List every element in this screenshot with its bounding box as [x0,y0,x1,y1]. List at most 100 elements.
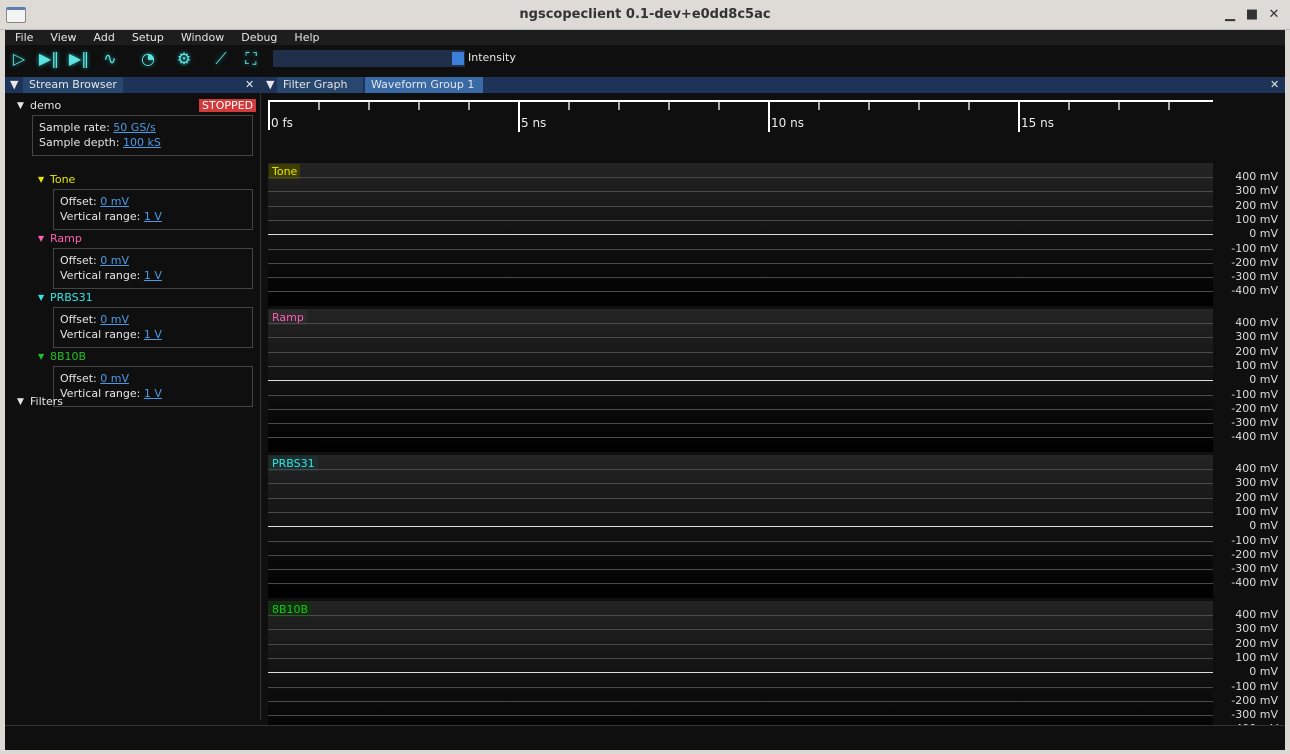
expand-icon[interactable]: ▼ [17,395,24,409]
menu-view[interactable]: View [40,30,83,45]
y-axis-label: -300 mV [1231,416,1278,430]
y-axis-label: 400 mV [1235,170,1278,183]
gridline [268,526,1213,528]
instrument-settings: Sample rate: 50 GS/s Sample depth: 100 k… [32,115,253,156]
filters-node[interactable]: Filters [30,395,63,409]
major-tick [518,102,520,132]
offset-link[interactable]: 0 mV [100,372,129,385]
intensity-slider-handle[interactable] [452,52,464,65]
menu-bar: File View Add Setup Window Debug Help [5,30,1285,45]
channel-settings: Offset: 0 mV Vertical range: 1 V [53,189,253,230]
close-panel-icon[interactable]: ✕ [1270,77,1279,93]
time-label: 10 ns [771,116,804,130]
gridline [268,219,1213,221]
maximize-icon[interactable]: ■ [1243,6,1261,24]
instrument-name[interactable]: demo [30,99,61,113]
expand-icon[interactable]: ▼ [38,173,44,187]
channel-node[interactable]: Tone [50,173,75,187]
menu-help[interactable]: Help [284,30,326,45]
expand-icon[interactable]: ▼ [38,350,44,364]
y-axis-label: -400 mV [1231,284,1278,298]
y-axis-label: -200 mV [1231,693,1278,707]
trigger-single-icon[interactable]: ▶‖ [38,49,60,69]
y-axis-label: 100 mV [1235,504,1278,518]
waveform-plot[interactable]: PRBS31 [268,455,1213,598]
settings-gear-icon[interactable]: ⚙ [173,49,195,69]
gridline [268,408,1213,410]
app-window: File View Add Setup Window Debug Help ▷ … [5,30,1285,750]
menu-add[interactable]: Add [84,30,122,45]
vertical-range-label: Vertical range: [60,387,141,400]
waveform-plot[interactable]: Tone [268,163,1213,306]
expand-icon[interactable]: ▼ [38,291,44,305]
history-icon[interactable]: ◔ [137,49,159,69]
sample-rate-link[interactable]: 50 GS/s [113,121,155,134]
minor-tick [818,102,820,110]
stream-browser: ▼ demo STOPPED Sample rate: 50 GS/s Samp… [5,93,260,720]
gridline [268,672,1213,674]
minimize-icon[interactable]: ▁ [1221,6,1239,24]
menu-debug[interactable]: Debug [231,30,284,45]
gridline [268,234,1213,236]
minor-tick [468,102,470,110]
channel-node[interactable]: 8B10B [50,350,86,364]
y-axis-label: -400 mV [1231,430,1278,444]
fullscreen-icon[interactable]: ⛶ [240,49,262,69]
y-axis-label: 200 mV [1235,490,1278,504]
vertical-range-link[interactable]: 1 V [144,210,162,223]
waveform-plot[interactable]: Ramp [268,309,1213,452]
vertical-range-link[interactable]: 1 V [144,328,162,341]
expand-icon[interactable]: ▼ [17,99,24,113]
intensity-slider[interactable] [273,50,465,67]
minor-tick [368,102,370,110]
offset-link[interactable]: 0 mV [100,254,129,267]
y-axis-label: -100 mV [1231,387,1278,401]
channel-node[interactable]: PRBS31 [50,291,93,305]
waveform-icon[interactable]: ∿ [99,49,121,69]
expand-icon[interactable]: ▼ [38,232,44,246]
y-axis-label: -200 mV [1231,547,1278,561]
minor-tick [668,102,670,110]
measure-icon[interactable]: ⟋ [210,49,232,69]
time-label: 5 ns [521,116,547,130]
tab-filter-graph[interactable]: Filter Graph [277,77,363,93]
menu-file[interactable]: File [5,30,40,45]
gridline [268,437,1213,439]
minor-tick [1118,102,1120,110]
offset-link[interactable]: 0 mV [100,313,129,326]
vertical-range-link[interactable]: 1 V [144,269,162,282]
menu-window[interactable]: Window [171,30,231,45]
vertical-range-link[interactable]: 1 V [144,387,162,400]
trigger-arm-icon[interactable]: ▷ [8,49,30,69]
gridline [268,629,1213,631]
y-axis-label: -100 mV [1231,533,1278,547]
y-axis-label: 400 mV [1235,608,1278,621]
y-axis-label: 200 mV [1235,198,1278,212]
panel-menu-icon[interactable]: ▼ [266,77,274,93]
offset-label: Offset: [60,372,97,385]
time-label: 0 fs [271,116,293,130]
close-panel-icon[interactable]: ✕ [245,77,254,93]
y-axis-label: 300 mV [1235,184,1278,198]
close-window-icon[interactable]: ✕ [1265,6,1283,24]
window-title: ngscopeclient 0.1-dev+e0dd8c5ac [519,7,771,22]
vertical-range-label: Vertical range: [60,328,141,341]
gridline [268,483,1213,485]
trigger-force-icon[interactable]: ▶‖ [68,49,90,69]
channel-node[interactable]: Ramp [50,232,82,246]
major-tick [768,102,770,132]
y-axis-label: 300 mV [1235,476,1278,490]
panel-menu-icon[interactable]: ▼ [10,77,18,93]
tab-waveform-group-1[interactable]: Waveform Group 1 [365,77,483,93]
tab-stream-browser[interactable]: Stream Browser [23,77,123,93]
minor-tick [1068,102,1070,110]
menu-setup[interactable]: Setup [122,30,171,45]
minor-tick [618,102,620,110]
sample-depth-link[interactable]: 100 kS [123,136,161,149]
offset-link[interactable]: 0 mV [100,195,129,208]
timeline[interactable]: 0 fs 5 ns 10 ns 15 ns [268,100,1213,132]
y-axis-label: 0 mV [1249,519,1278,533]
waveform-plot[interactable]: 8B10B [268,601,1213,744]
y-axis-label: 200 mV [1235,636,1278,650]
gridline [268,277,1213,279]
